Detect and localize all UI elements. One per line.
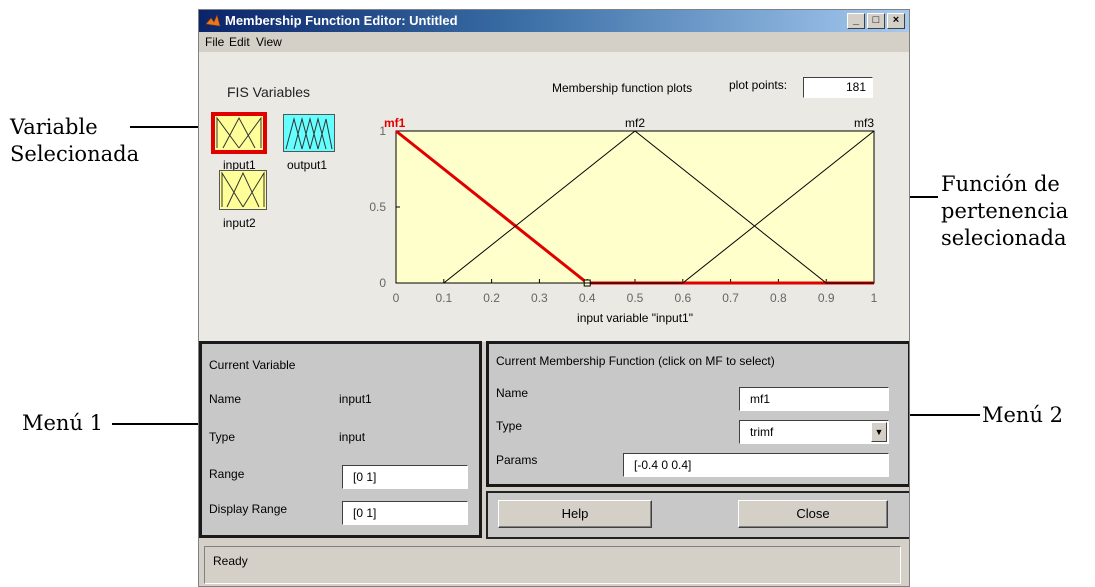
- var-tile-output1[interactable]: [283, 114, 335, 152]
- upper-area: FIS Variables input1 output1 input2 Memb…: [199, 52, 909, 342]
- maximize-icon[interactable]: □: [867, 13, 885, 29]
- menu-view[interactable]: View: [256, 32, 282, 52]
- variable-type-label: Type: [209, 430, 236, 444]
- button-panel: Help Close: [486, 491, 909, 539]
- x-tick-label: 0.2: [483, 291, 500, 305]
- membership-function-plot[interactable]: 0 0.1 0.2 0.3 0.4 0.5 0.6 0.7 0.8 0.9 100.51input …: [344, 115, 884, 342]
- mf-plots-heading: Membership function plots: [552, 81, 693, 95]
- x-axis-label: input variable "input1": [577, 311, 693, 325]
- close-button[interactable]: Close: [738, 500, 888, 528]
- mf-label-mf2: mf2: [625, 116, 645, 130]
- annotation-menu1: Menú 1: [22, 411, 104, 435]
- mf-params-label: Params: [496, 453, 538, 467]
- mf-params-input[interactable]: [-0.4 0 0.4]: [623, 453, 889, 477]
- annotation-variable-line1: Variable: [10, 115, 98, 139]
- mf-name-label: Name: [496, 386, 529, 400]
- var-tile-input1[interactable]: [211, 112, 267, 154]
- x-tick-label: 0.3: [531, 291, 548, 305]
- x-tick-label: 0.4: [579, 291, 596, 305]
- membership-curves-icon: [216, 116, 262, 149]
- menu-file[interactable]: File: [205, 32, 224, 52]
- x-tick-label: 0.5: [627, 291, 644, 305]
- variable-type-value: input: [339, 430, 366, 444]
- membership-curves-icon: [221, 171, 265, 208]
- fis-variables-title: FIS Variables: [227, 84, 310, 100]
- chevron-down-icon[interactable]: ▼: [871, 422, 887, 442]
- current-mf-title: Current Membership Function (click on MF…: [496, 354, 775, 368]
- annotation-variable-selecionada: Variable Selecionada: [10, 114, 139, 168]
- menu-bar: File Edit View: [199, 32, 909, 52]
- current-mf-panel: Current Membership Function (click on MF…: [486, 341, 909, 487]
- var-label-input2: input2: [223, 216, 256, 230]
- window-title: Membership Function Editor: Untitled: [225, 13, 458, 28]
- mf-editor-window: Membership Function Editor: Untitled _ □…: [198, 9, 910, 587]
- x-tick-label: 0.7: [722, 291, 739, 305]
- mf-type-select[interactable]: trimf ▼: [739, 420, 889, 444]
- annotation-function-line1: Función de: [941, 172, 1060, 196]
- x-tick-label: 0.8: [770, 291, 787, 305]
- plot-area: [395, 130, 875, 284]
- display-range-input[interactable]: [0 1]: [342, 501, 468, 525]
- x-tick-label: 0.6: [674, 291, 691, 305]
- var-label-output1: output1: [287, 158, 328, 172]
- annotation-menu1-pointer: [112, 423, 198, 425]
- plot-points-input[interactable]: 181: [803, 77, 873, 98]
- help-button[interactable]: Help: [498, 500, 652, 528]
- mf-type-value: trimf: [750, 425, 774, 439]
- variable-range-input[interactable]: [0 1]: [342, 465, 468, 489]
- status-bar: Ready: [204, 546, 901, 584]
- current-variable-panel: Current Variable Name input1 Type input …: [199, 341, 482, 538]
- window-controls: _ □ ×: [847, 13, 905, 29]
- annotation-funcion-pertenencia: Función de pertenencia selecionada: [941, 171, 1068, 252]
- membership-curves-icon: [285, 117, 333, 150]
- annotation-function-line2: pertenencia: [941, 199, 1069, 223]
- mf-type-label: Type: [496, 419, 523, 433]
- current-variable-title: Current Variable: [209, 358, 296, 372]
- variable-name-label: Name: [209, 392, 242, 406]
- annotation-menu2-pointer: [910, 414, 980, 416]
- display-range-label: Display Range: [209, 502, 288, 516]
- x-tick-label: 0.1: [435, 291, 452, 305]
- close-window-icon[interactable]: ×: [887, 13, 905, 29]
- var-tile-input2[interactable]: [219, 170, 267, 210]
- matlab-logo-icon: [205, 14, 221, 27]
- plot-points-label: plot points:: [729, 78, 788, 92]
- annotation-menu2: Menú 2: [982, 403, 1064, 427]
- title-bar[interactable]: Membership Function Editor: Untitled _ □…: [199, 10, 909, 32]
- annotation-variable-line2: Selecionada: [10, 142, 140, 166]
- y-tick-label: 0.5: [369, 200, 386, 214]
- y-tick-label: 0: [379, 276, 386, 290]
- x-tick-label: 0.9: [818, 291, 835, 305]
- menu-edit[interactable]: Edit: [229, 32, 250, 52]
- variable-name-value: input1: [339, 392, 372, 406]
- mf-name-input[interactable]: mf1: [739, 387, 889, 411]
- mf-label-mf3: mf3: [854, 116, 874, 130]
- annotation-function-line3: selecionada: [941, 226, 1067, 250]
- mf-label-mf1: mf1: [384, 116, 406, 130]
- x-tick-label: 1: [871, 291, 878, 305]
- minimize-icon[interactable]: _: [847, 13, 865, 29]
- variable-range-label: Range: [209, 467, 245, 481]
- x-tick-label: 0: [393, 291, 400, 305]
